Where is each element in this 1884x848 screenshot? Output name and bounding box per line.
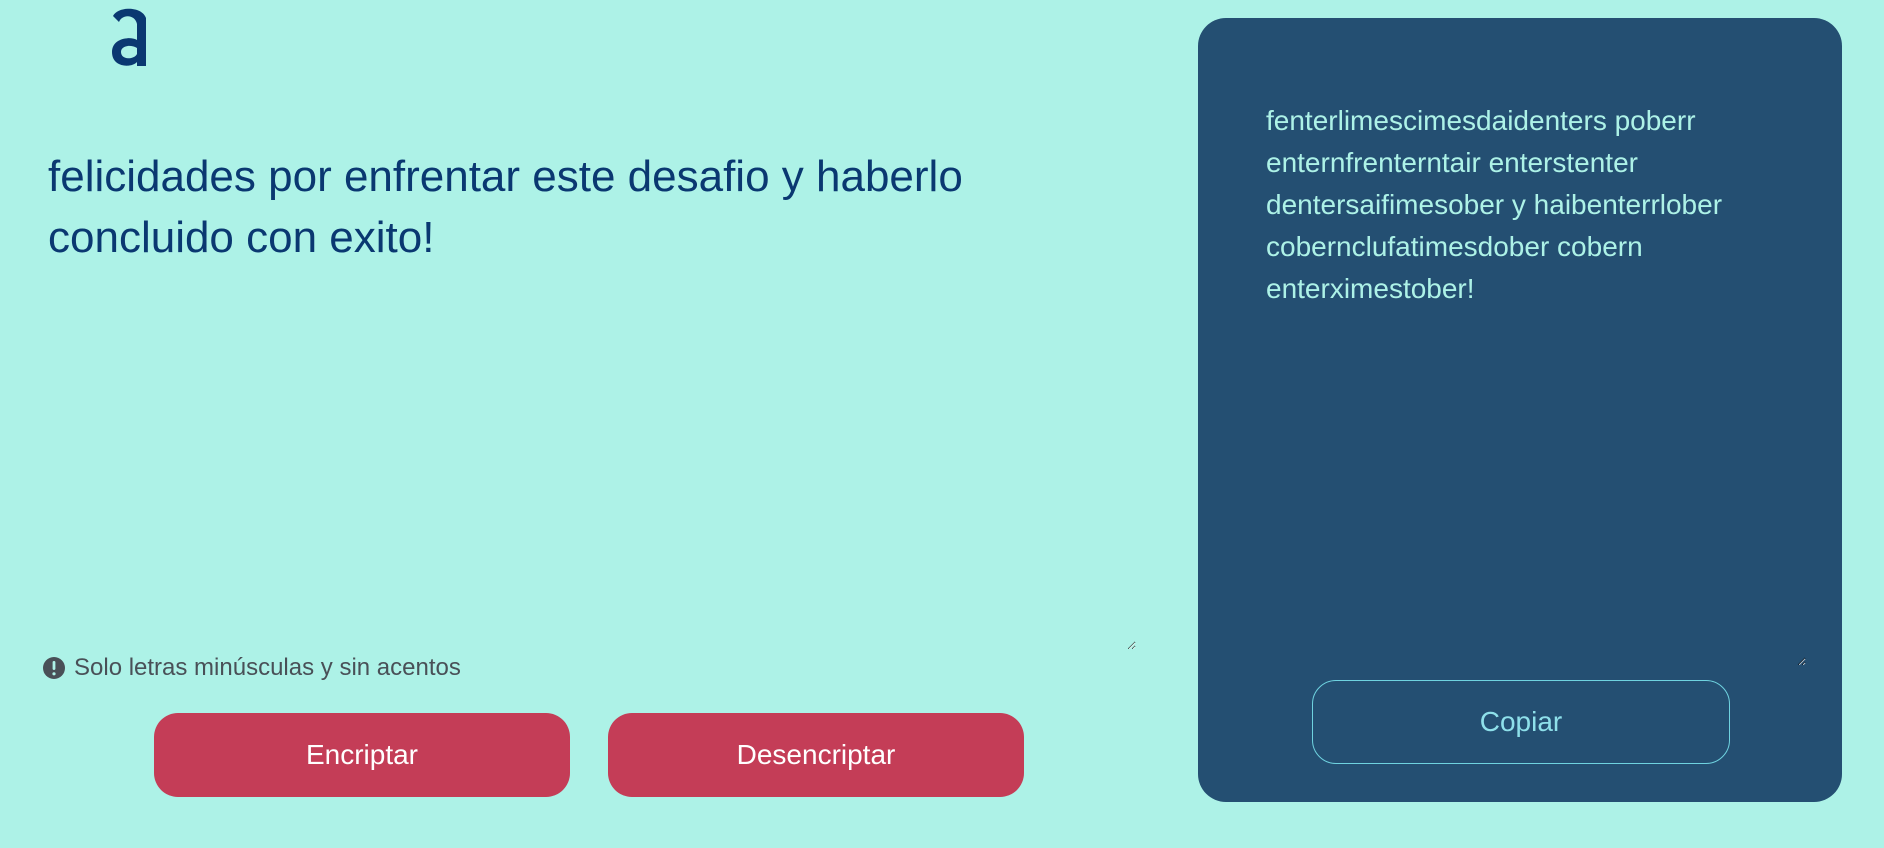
exclamation-circle-icon xyxy=(43,657,65,679)
encrypt-button[interactable]: Encriptar xyxy=(154,713,570,797)
decrypt-button[interactable]: Desencriptar xyxy=(608,713,1024,797)
warning-note: Solo letras minúsculas y sin acentos xyxy=(42,654,461,682)
message-input[interactable]: felicidades por enfrentar este desafio y… xyxy=(48,146,1136,650)
output-panel: fenterlimescimesdaidenters poberr entern… xyxy=(1198,18,1842,802)
warning-text: Solo letras minúsculas y sin acentos xyxy=(74,654,461,681)
alura-logo-icon xyxy=(112,8,146,66)
result-output[interactable]: fenterlimescimesdaidenters poberr entern… xyxy=(1266,100,1806,666)
copy-button[interactable]: Copiar xyxy=(1312,680,1730,764)
